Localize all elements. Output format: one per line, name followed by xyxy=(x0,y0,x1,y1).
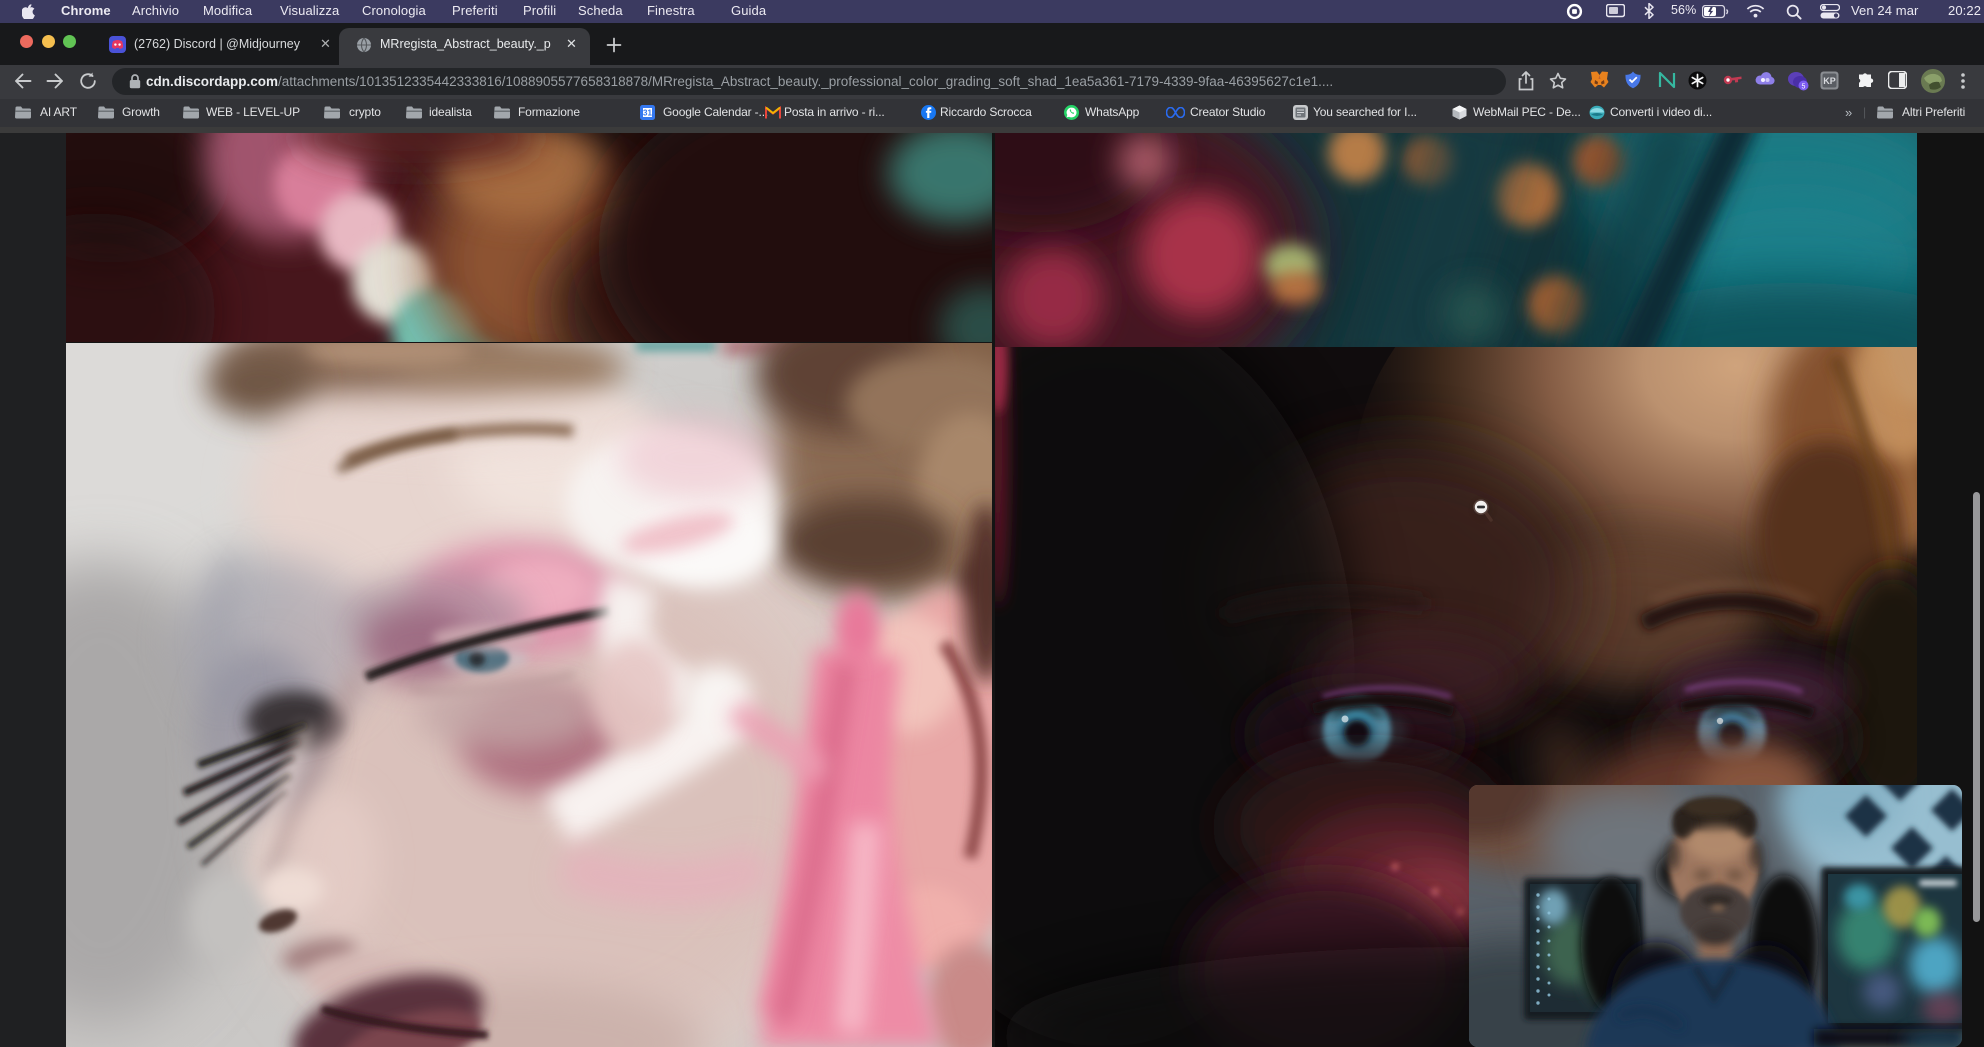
svg-text:KP: KP xyxy=(1823,76,1836,86)
svg-text:5: 5 xyxy=(1802,84,1806,91)
svg-text:31: 31 xyxy=(643,109,652,118)
